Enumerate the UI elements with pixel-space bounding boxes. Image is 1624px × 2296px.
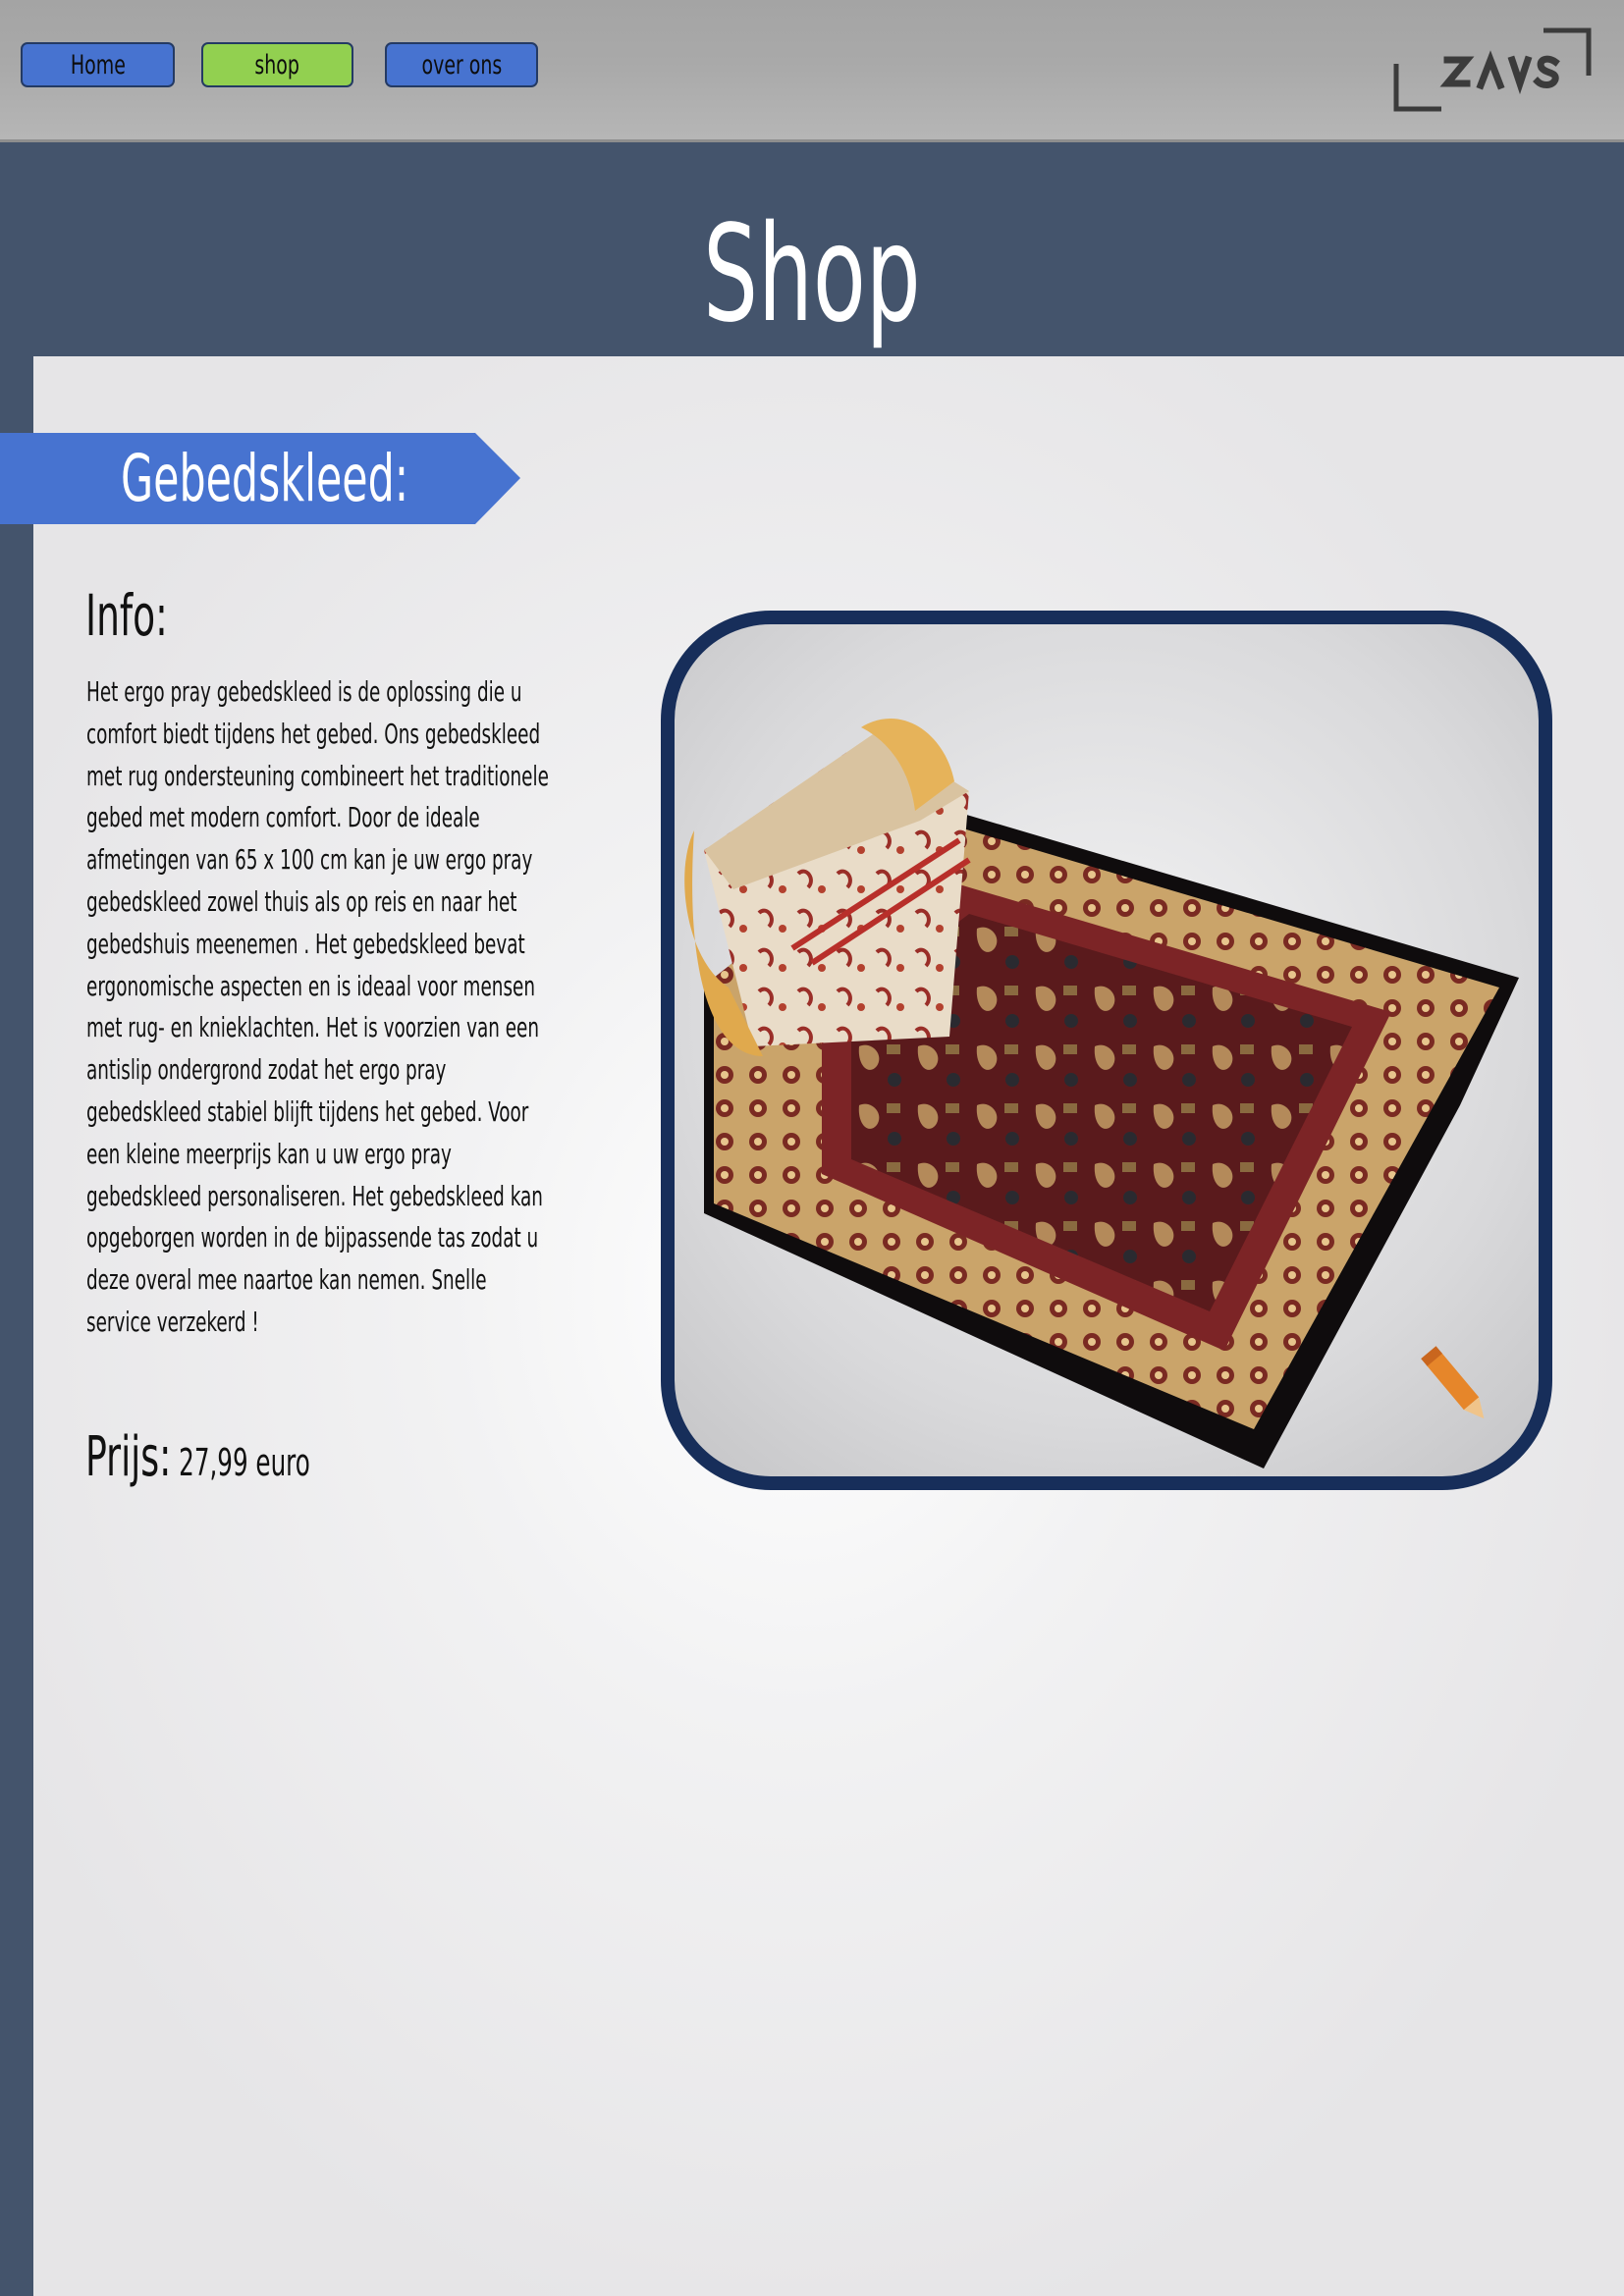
description-line: met rug- en knieklachten. Het is voorzie… <box>86 1011 540 1044</box>
zavs-logo[interactable] <box>1392 27 1593 113</box>
product-price: Prijs: 27,99 euro <box>85 1425 310 1489</box>
description-line: ergonomische aspecten en is ideaal voor … <box>86 969 536 1002</box>
nav-home-button[interactable]: Home <box>21 42 175 87</box>
page-title: Shop <box>703 197 921 352</box>
description-line: een kleine meerprijs kan u uw ergo pray <box>86 1137 452 1170</box>
description-line: service verzekerd ! <box>86 1305 259 1338</box>
top-nav-bar: Home shop over ons <box>0 0 1624 142</box>
description-line: antislip ondergrond zodat het ergo pray <box>86 1053 447 1087</box>
product-name: Gebedskleed: <box>121 441 409 516</box>
product-image <box>661 611 1552 1490</box>
description-line: gebedskleed stabiel blijft tijdens het g… <box>86 1095 529 1128</box>
nav-about-button[interactable]: over ons <box>385 42 538 87</box>
left-strip <box>0 356 33 2296</box>
description-line: gebedskleed personaliseren. Het gebedskl… <box>86 1179 543 1212</box>
description-line: deze overal mee naartoe kan nemen. Snell… <box>86 1263 487 1297</box>
nav-about-label: over ons <box>421 50 502 80</box>
description-line: gebedshuis meenemen . Het gebedskleed be… <box>86 927 525 960</box>
description-line: Het ergo pray gebedskleed is de oplossin… <box>86 675 522 708</box>
price-value: 27,99 euro <box>171 1441 310 1484</box>
prayer-rug-icon <box>684 719 1519 1468</box>
nav-shop-label: shop <box>254 50 300 80</box>
description-line: gebed met modern comfort. Door de ideale <box>86 801 480 834</box>
description-line: gebedskleed zowel thuis als op reis en n… <box>86 884 517 918</box>
description-line: comfort biedt tijdens het gebed. Ons geb… <box>86 717 541 750</box>
description-line: opgeborgen worden in de bijpassende tas … <box>86 1221 539 1255</box>
nav-home-label: Home <box>70 50 126 80</box>
description-line: afmetingen van 65 x 100 cm kan je uw erg… <box>86 843 533 877</box>
description-line: met rug ondersteuning combineert het tra… <box>86 759 549 792</box>
info-heading: Info: <box>85 582 168 649</box>
price-label: Prijs: <box>85 1425 172 1489</box>
product-description: Het ergo pray gebedskleed is de oplossin… <box>86 671 636 1344</box>
pencil-icon <box>1421 1346 1485 1419</box>
nav-shop-button[interactable]: shop <box>201 42 353 87</box>
